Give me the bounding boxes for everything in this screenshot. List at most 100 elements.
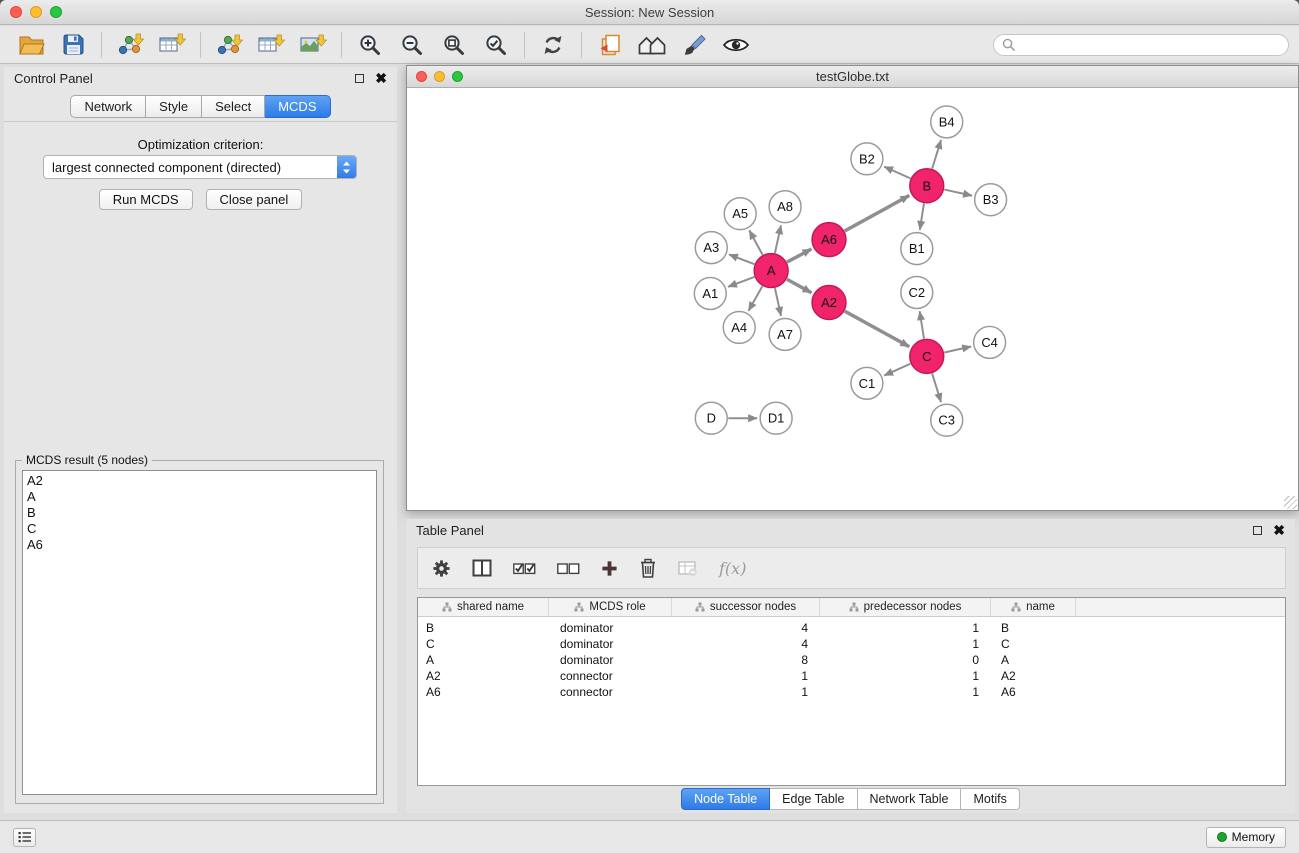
duplicate-network-button[interactable] <box>589 29 631 61</box>
graph-edge-C-C1[interactable] <box>884 364 910 376</box>
table-cell[interactable]: 4 <box>672 636 820 652</box>
add-column-button[interactable] <box>601 553 618 583</box>
graph-edge-A-A8[interactable] <box>775 225 781 253</box>
settings-gear-button[interactable] <box>432 553 451 583</box>
table-cell[interactable]: 1 <box>672 668 820 684</box>
table-cell[interactable]: 8 <box>672 652 820 668</box>
column-header-shared-name[interactable]: shared name <box>418 598 549 616</box>
network-graph[interactable]: B4B2BB3A8A5A6A3B1AA1C2A2A4A7C4CC1C3DD1 <box>407 89 1298 510</box>
graph-edge-A2-C[interactable] <box>845 311 910 347</box>
search-input[interactable] <box>1020 38 1280 52</box>
graph-node-D1[interactable]: D1 <box>760 402 792 434</box>
graph-node-A[interactable]: A <box>754 254 788 288</box>
network-canvas[interactable]: B4B2BB3A8A5A6A3B1AA1C2A2A4A7C4CC1C3DD1 <box>407 89 1298 510</box>
function-builder-button[interactable]: f(x) <box>719 559 746 578</box>
mcds-result-item[interactable]: A <box>27 489 372 505</box>
minimize-window-button[interactable] <box>30 6 42 18</box>
search-field[interactable] <box>993 34 1289 56</box>
table-cell[interactable]: A <box>991 652 1076 668</box>
table-cell[interactable]: A6 <box>418 684 549 700</box>
graph-node-B4[interactable]: B4 <box>931 106 963 138</box>
table-cell[interactable]: 1 <box>820 620 991 636</box>
graph-node-A1[interactable]: A1 <box>694 278 726 310</box>
graph-node-A7[interactable]: A7 <box>769 318 801 350</box>
import-table-button[interactable] <box>151 29 193 61</box>
zoom-out-button[interactable] <box>391 29 433 61</box>
zoom-fit-button[interactable] <box>433 29 475 61</box>
table-cell[interactable]: 1 <box>820 636 991 652</box>
graph-node-A6[interactable]: A6 <box>812 223 846 257</box>
table-cell[interactable]: dominator <box>549 620 672 636</box>
graph-edge-C-C2[interactable] <box>920 311 924 338</box>
graph-edge-A-A6[interactable] <box>787 249 811 262</box>
graph-node-B[interactable]: B <box>910 169 944 203</box>
graph-edge-C-C3[interactable] <box>932 374 941 403</box>
graph-node-C3[interactable]: C3 <box>931 404 963 436</box>
graph-edge-B-B4[interactable] <box>932 140 941 169</box>
table-cell[interactable]: A2 <box>991 668 1076 684</box>
tab-motifs[interactable]: Motifs <box>961 788 1019 810</box>
table-cell[interactable]: connector <box>549 668 672 684</box>
graph-node-A3[interactable]: A3 <box>695 232 727 264</box>
close-panel-icon[interactable]: ✖ <box>375 73 387 83</box>
graph-node-C2[interactable]: C2 <box>901 277 933 309</box>
table-row[interactable]: A6connector11A6 <box>418 684 1285 700</box>
network-window-minimize-button[interactable] <box>434 71 445 82</box>
mcds-result-item[interactable]: A2 <box>27 473 372 489</box>
graph-edge-A6-B[interactable] <box>845 195 910 231</box>
graph-node-A2[interactable]: A2 <box>812 286 846 320</box>
delete-columns-button[interactable] <box>639 553 657 583</box>
graph-edge-A-A7[interactable] <box>775 288 781 316</box>
memory-button[interactable]: Memory <box>1206 827 1286 848</box>
tab-network[interactable]: Network <box>70 95 146 118</box>
column-header-predecessor-nodes[interactable]: predecessor nodes <box>820 598 991 616</box>
column-header-successor-nodes[interactable]: successor nodes <box>672 598 820 616</box>
table-row[interactable]: Cdominator41C <box>418 636 1285 652</box>
network-window-close-button[interactable] <box>416 71 427 82</box>
float-panel-icon[interactable] <box>355 74 364 83</box>
table-cell[interactable]: dominator <box>549 636 672 652</box>
open-file-button[interactable] <box>10 29 52 61</box>
zoom-in-button[interactable] <box>349 29 391 61</box>
graph-node-C[interactable]: C <box>910 339 944 373</box>
tab-style[interactable]: Style <box>146 95 202 118</box>
apply-style-button[interactable] <box>673 29 715 61</box>
export-network-button[interactable] <box>208 29 250 61</box>
network-window-zoom-button[interactable] <box>452 71 463 82</box>
column-header-name[interactable]: name <box>991 598 1076 616</box>
table-cell[interactable]: dominator <box>549 652 672 668</box>
tab-mcds[interactable]: MCDS <box>265 95 330 118</box>
tab-edge-table[interactable]: Edge Table <box>770 788 857 810</box>
graph-node-B3[interactable]: B3 <box>975 184 1007 216</box>
graph-edge-B-B1[interactable] <box>920 204 924 230</box>
close-window-button[interactable] <box>10 6 22 18</box>
graph-node-B2[interactable]: B2 <box>851 143 883 175</box>
refresh-view-button[interactable] <box>532 29 574 61</box>
table-cell[interactable]: connector <box>549 684 672 700</box>
table-cell[interactable]: C <box>991 636 1076 652</box>
home-view-button[interactable] <box>631 29 673 61</box>
network-window-titlebar[interactable]: testGlobe.txt <box>407 66 1298 88</box>
tab-network-table[interactable]: Network Table <box>858 788 962 810</box>
graph-edge-A-A1[interactable] <box>728 277 754 287</box>
graph-edge-B-B3[interactable] <box>944 190 972 196</box>
table-cell[interactable]: 1 <box>820 684 991 700</box>
graph-edge-A-A2[interactable] <box>787 279 812 293</box>
tab-node-table[interactable]: Node Table <box>681 788 770 810</box>
window-resize-grip[interactable] <box>1284 496 1297 509</box>
clear-table-button[interactable] <box>678 553 698 583</box>
task-history-button[interactable] <box>13 828 36 847</box>
table-cell[interactable]: A2 <box>418 668 549 684</box>
graph-node-A4[interactable]: A4 <box>723 311 755 343</box>
graph-node-A5[interactable]: A5 <box>724 198 756 230</box>
close-table-panel-icon[interactable]: ✖ <box>1273 525 1285 535</box>
mcds-result-item[interactable]: B <box>27 505 372 521</box>
table-cell[interactable]: B <box>418 620 549 636</box>
graph-edge-B-B2[interactable] <box>884 167 910 179</box>
import-network-button[interactable] <box>109 29 151 61</box>
select-all-button[interactable] <box>513 553 536 583</box>
graph-node-C1[interactable]: C1 <box>851 367 883 399</box>
zoom-selected-button[interactable] <box>475 29 517 61</box>
column-header-mcds-role[interactable]: MCDS role <box>549 598 672 616</box>
tab-select[interactable]: Select <box>202 95 265 118</box>
